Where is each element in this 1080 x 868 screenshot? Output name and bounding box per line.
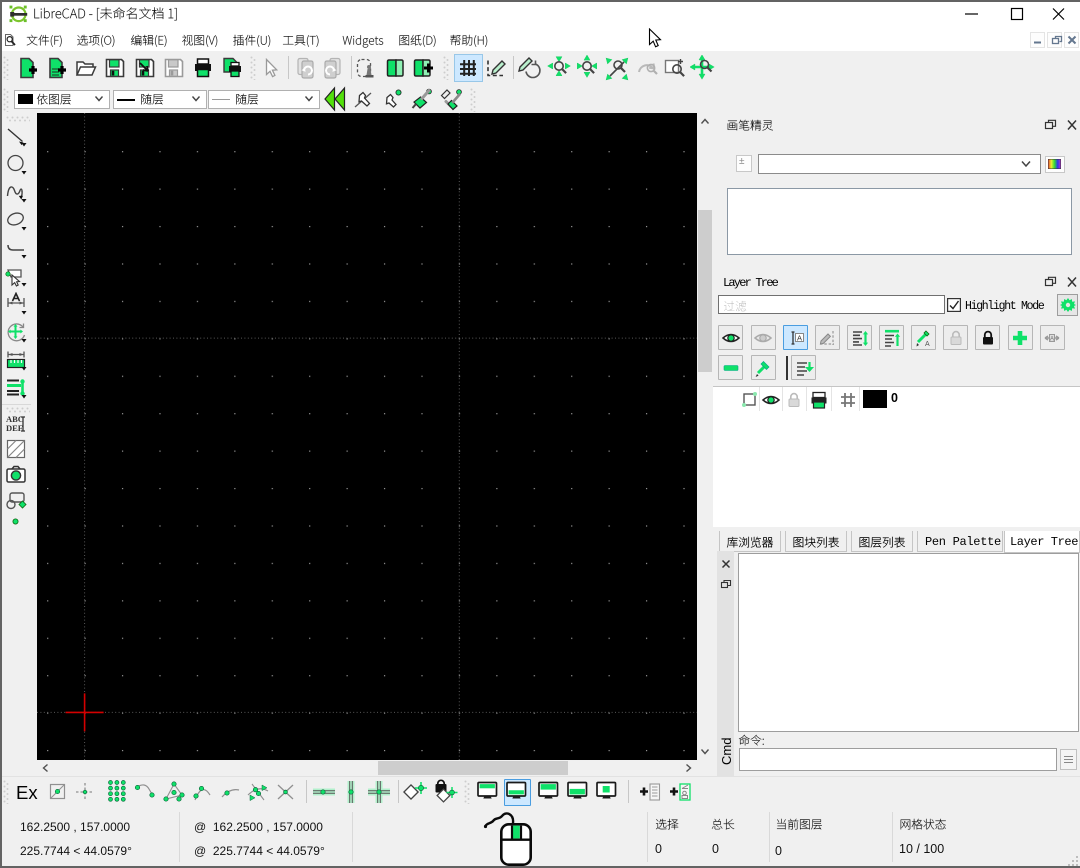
svg-text:A: A xyxy=(925,341,930,348)
svg-text:A: A xyxy=(797,333,802,342)
svg-text:A: A xyxy=(1050,336,1054,342)
svg-text:DEF: DEF xyxy=(6,423,23,433)
